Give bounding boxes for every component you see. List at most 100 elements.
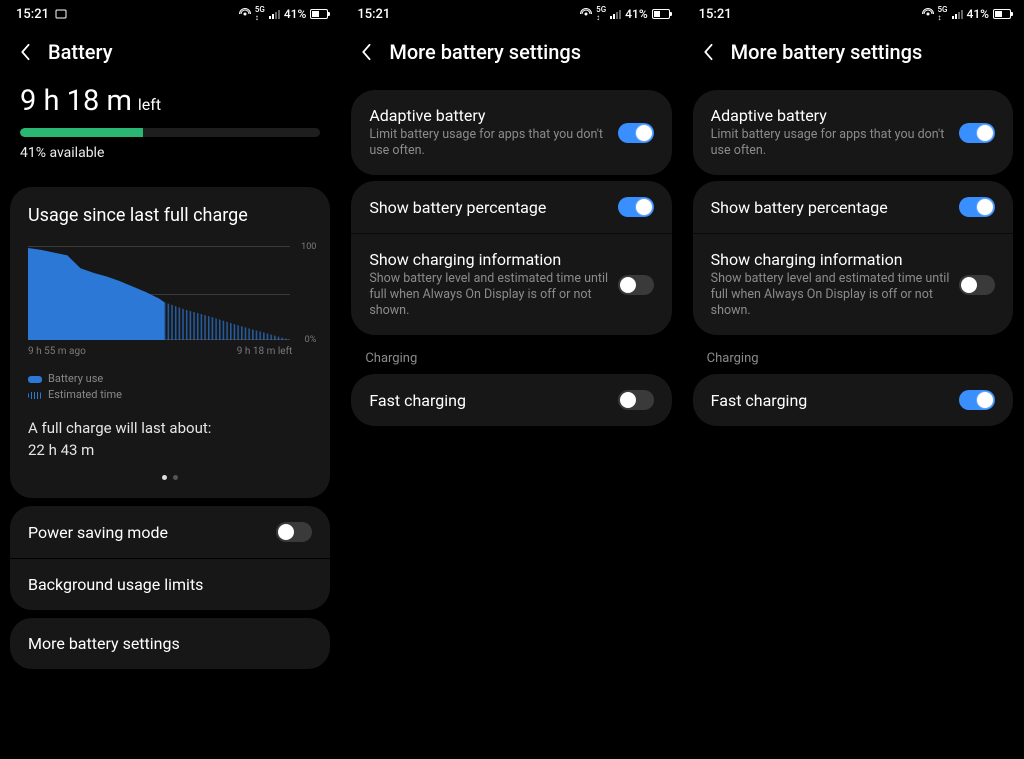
screen-battery: 15:21 5G↕ 41% Battery 9 h 18 m left 41% … (0, 0, 341, 759)
remaining-main: 9 h 18 m (20, 84, 132, 118)
header: More battery settings (341, 28, 681, 84)
chart-x-right: 9 h 18 m left (237, 346, 293, 357)
fast-charging-toggle[interactable] (959, 390, 995, 410)
settings-list-1: Power saving mode Background usage limit… (10, 506, 330, 610)
network-type-icon: 5G↕ (938, 6, 948, 22)
show-charging-item[interactable]: Show charging information Show battery l… (351, 233, 671, 335)
page-dots[interactable] (24, 475, 316, 480)
fast-charging-toggle[interactable] (618, 390, 654, 410)
show-percentage-toggle[interactable] (618, 197, 654, 217)
adaptive-battery-item[interactable]: Adaptive battery Limit battery usage for… (351, 90, 671, 175)
adaptive-battery-sub: Limit battery usage for apps that you do… (711, 127, 959, 159)
battery-pct: 41% (625, 7, 647, 21)
legend-label-est: Estimated time (48, 387, 122, 403)
group-charging: Fast charging (693, 374, 1013, 426)
show-charging-sub: Show battery level and estimated time un… (369, 271, 617, 319)
show-percentage-label: Show battery percentage (369, 198, 617, 217)
status-bar: 15:21 5G↕ 41% (683, 0, 1023, 28)
hotspot-icon (922, 8, 934, 20)
fast-charging-label: Fast charging (369, 391, 617, 410)
page-title: More battery settings (731, 40, 923, 64)
page-title: More battery settings (389, 40, 581, 64)
screen-more-settings-b: 15:21 5G↕ 41% More battery settings Adap… (683, 0, 1024, 759)
group-display: Show battery percentage Show charging in… (351, 181, 671, 335)
back-button[interactable] (357, 43, 375, 61)
back-button[interactable] (16, 43, 34, 61)
network-type-icon: 5G↕ (255, 6, 265, 22)
show-percentage-label: Show battery percentage (711, 198, 959, 217)
network-type-icon: 5G↕ (596, 6, 606, 22)
power-saving-label: Power saving mode (28, 523, 276, 542)
header: More battery settings (683, 28, 1023, 84)
hotspot-icon (239, 8, 251, 20)
status-time: 15:21 (16, 7, 49, 22)
group-charging: Fast charging (351, 374, 671, 426)
adaptive-battery-label: Adaptive battery (711, 106, 959, 125)
adaptive-battery-label: Adaptive battery (369, 106, 617, 125)
background-limits-label: Background usage limits (28, 575, 312, 594)
battery-icon (310, 9, 328, 19)
chart-svg (28, 248, 290, 340)
screen-more-settings-a: 15:21 5G↕ 41% More battery settings Adap… (341, 0, 682, 759)
show-charging-sub: Show battery level and estimated time un… (711, 271, 959, 319)
fast-charging-label: Fast charging (711, 391, 959, 410)
power-saving-item[interactable]: Power saving mode (10, 506, 330, 558)
show-percentage-item[interactable]: Show battery percentage (351, 181, 671, 233)
status-time: 15:21 (357, 7, 390, 22)
group-display: Show battery percentage Show charging in… (693, 181, 1013, 335)
chart-x-left: 9 h 55 m ago (28, 346, 86, 357)
legend-swatch-use (28, 376, 42, 383)
usage-card-title: Usage since last full charge (28, 205, 312, 226)
fast-charging-item[interactable]: Fast charging (351, 374, 671, 426)
available-label: 41% available (0, 145, 340, 179)
signal-icon (269, 9, 280, 19)
chart-ylabel-top: 100 (301, 242, 316, 252)
usage-chart: 100 0% (28, 248, 312, 340)
group-adaptive: Adaptive battery Limit battery usage for… (351, 90, 671, 175)
background-limits-item[interactable]: Background usage limits (10, 558, 330, 610)
more-settings-label: More battery settings (28, 634, 180, 653)
show-percentage-item[interactable]: Show battery percentage (693, 181, 1013, 233)
battery-icon (993, 9, 1011, 19)
usage-card[interactable]: Usage since last full charge 100 0% 9 h … (10, 187, 330, 498)
show-charging-item[interactable]: Show charging information Show battery l… (693, 233, 1013, 335)
group-adaptive: Adaptive battery Limit battery usage for… (693, 90, 1013, 175)
battery-pct: 41% (967, 7, 989, 21)
full-charge-estimate: A full charge will last about: 22 h 43 m (28, 417, 312, 461)
signal-icon (952, 9, 963, 19)
legend-label-use: Battery use (48, 371, 103, 387)
show-charging-toggle[interactable] (618, 275, 654, 295)
status-misc-icon (55, 8, 67, 20)
hotspot-icon (580, 8, 592, 20)
section-charging: Charging (683, 341, 1023, 368)
chart-legend: Battery use Estimated time (28, 371, 312, 403)
chart-ylabel-bot: 0% (305, 335, 317, 345)
power-saving-toggle[interactable] (276, 522, 312, 542)
battery-progress (20, 128, 320, 137)
battery-progress-fill (20, 128, 143, 137)
back-button[interactable] (699, 43, 717, 61)
adaptive-battery-sub: Limit battery usage for apps that you do… (369, 127, 617, 159)
show-percentage-toggle[interactable] (959, 197, 995, 217)
status-time: 15:21 (699, 7, 732, 22)
fast-charging-item[interactable]: Fast charging (693, 374, 1013, 426)
more-settings-item[interactable]: More battery settings (10, 618, 330, 669)
signal-icon (610, 9, 621, 19)
adaptive-battery-item[interactable]: Adaptive battery Limit battery usage for… (693, 90, 1013, 175)
adaptive-battery-toggle[interactable] (618, 123, 654, 143)
dot-2 (173, 475, 178, 480)
page-title: Battery (48, 40, 112, 64)
show-charging-label: Show charging information (369, 250, 617, 269)
show-charging-label: Show charging information (711, 250, 959, 269)
remaining-suffix: left (138, 95, 161, 114)
remaining-time: 9 h 18 m left (0, 84, 340, 118)
battery-icon (652, 9, 670, 19)
adaptive-battery-toggle[interactable] (959, 123, 995, 143)
status-bar: 15:21 5G↕ 41% (341, 0, 681, 28)
section-charging: Charging (341, 341, 681, 368)
status-bar: 15:21 5G↕ 41% (0, 0, 340, 28)
header: Battery (0, 28, 340, 84)
show-charging-toggle[interactable] (959, 275, 995, 295)
dot-1 (162, 475, 167, 480)
battery-pct: 41% (284, 7, 306, 21)
